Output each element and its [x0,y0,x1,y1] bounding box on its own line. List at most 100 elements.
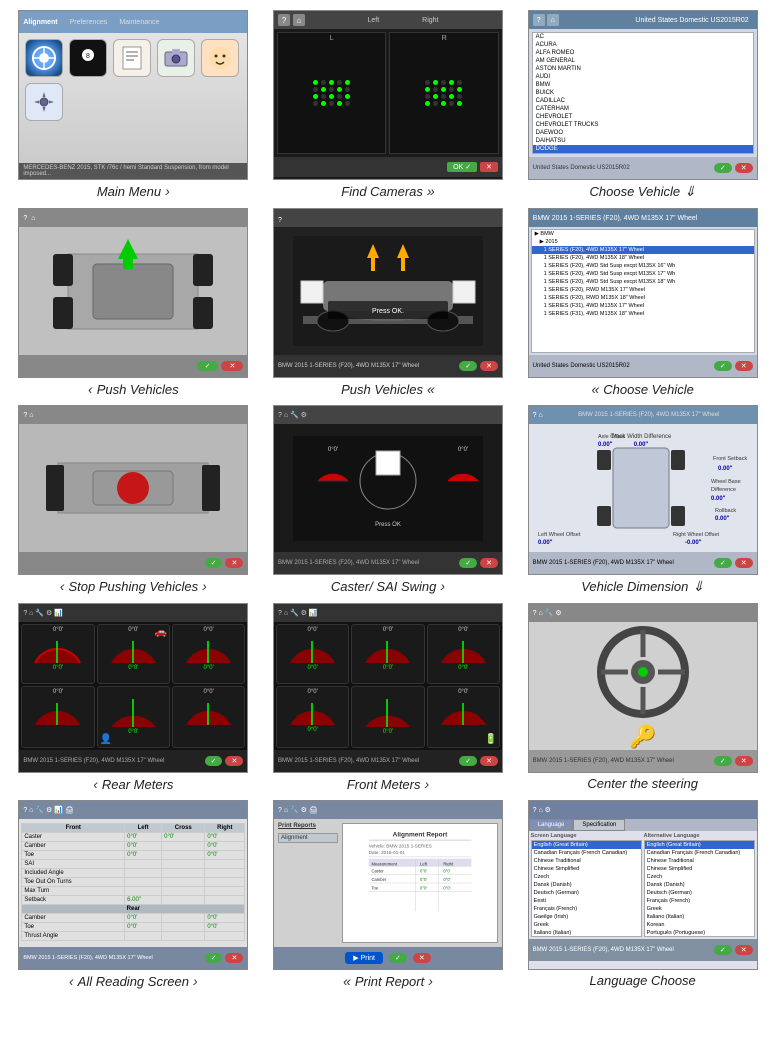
gauge-3: 0°0' 0°0' [172,624,245,684]
fc-cancel-btn[interactable]: ✕ [480,162,498,172]
cv-item[interactable]: DAIHATSU [533,137,753,145]
cs-cancel[interactable]: ✕ [480,558,498,568]
cv2-cancel[interactable]: ✕ [735,361,753,371]
lang-alt-item[interactable]: Czech [645,873,754,881]
dot [449,94,454,99]
cv-item[interactable]: AM GENERAL [533,57,753,65]
cv-ok-btn-1[interactable]: ✓ [714,163,732,173]
pv1-ok[interactable]: ✓ [197,361,219,371]
cv2-item[interactable]: 1 SERIES (F20), 4WD Std Susp excpt M135X… [532,270,754,278]
cell-center-steering: ? ⌂ 🔧 ⚙ 🔑 [519,603,766,792]
lang-alt-item[interactable]: Greek [645,905,754,913]
fm-cancel[interactable]: ✕ [480,756,498,766]
lang-alt-item[interactable]: Canadian Français (French Canadian) [645,849,754,857]
pr-print-btn[interactable]: ▶ Print [345,952,383,964]
cv-item[interactable]: AC [533,33,753,41]
ar-bottom: BMW 2015 1-SERIES (F20), 4WD M135X 17" W… [19,947,247,969]
cv2-item[interactable]: 1 SERIES (F31), 4WD M135X 18" Wheel [532,310,754,318]
lang-item[interactable]: Canadian Français (French Canadian) [532,849,641,857]
lang-alt-item[interactable]: Dansk (Danish) [645,881,754,889]
lang-alt-item[interactable]: Português (Portuguese) [645,929,754,937]
lang-item[interactable]: Deutsch (German) [532,889,641,897]
mm-maint: Maintenance [119,19,159,26]
cv2-item[interactable]: ▶ BMW [532,230,754,238]
lang-tab-specs[interactable]: Specification [573,819,625,831]
pr-ok[interactable]: ✓ [389,953,407,963]
sp-ok[interactable]: ✓ [205,558,223,568]
pv2-header: ? [274,209,502,227]
st-cancel[interactable]: ✕ [735,756,753,766]
cs-ok[interactable]: ✓ [459,558,477,568]
lang-alt-item[interactable]: Chinese Traditional [645,857,754,865]
pv1-cancel[interactable]: ✕ [221,361,243,371]
icon-8ball[interactable]: 8 [69,39,107,77]
icon-report[interactable] [113,39,151,77]
lang-item[interactable]: Chinese Simplified [532,865,641,873]
cv-item[interactable]: ALFA ROMEO [533,49,753,57]
icon-face[interactable] [201,39,239,77]
vd-cancel[interactable]: ✕ [735,558,753,568]
svg-text:Difference: Difference [711,487,736,493]
lang-cancel[interactable]: ✕ [735,945,753,955]
cv2-item[interactable]: 1 SERIES (F20), 4WD Std Susp excpt M135X… [532,262,754,270]
svg-text:Measurement: Measurement [371,861,397,866]
cv2-item[interactable]: 1 SERIES (F20), RWD M135X 17" Wheel [532,286,754,294]
pv2-cancel[interactable]: ✕ [480,361,498,371]
cv-item[interactable]: AUDI [533,73,753,81]
ar-cancel[interactable]: ✕ [225,953,243,963]
lang-alt-item[interactable]: English (Great Britain) [645,841,754,849]
cv-item[interactable]: CHEVROLET TRUCKS [533,121,753,129]
car-diagram-2: Press OK. [293,236,483,346]
cv-item[interactable]: BUICK [533,89,753,97]
cv-item[interactable]: ASTON MARTIN [533,65,753,73]
cv-item[interactable]: ACURA [533,41,753,49]
st-ok[interactable]: ✓ [714,756,732,766]
lang-item[interactable]: Gaeilge (Irish) [532,913,641,921]
pr-cancel[interactable]: ✕ [413,953,431,963]
cv2-item[interactable]: 1 SERIES (F20), 4WD M135X 18" Wheel [532,254,754,262]
lang-item[interactable]: Français (French) [532,905,641,913]
cv2-item[interactable]: ▶ 2015 [532,238,754,246]
icon-wheel-align[interactable] [25,39,63,77]
cv2-item-selected[interactable]: 1 SERIES (F20), 4WD M135X 17" Wheel [532,246,754,254]
cv2-item[interactable]: 1 SERIES (F20), RWD M135X 18" Wheel [532,294,754,302]
icon-settings[interactable] [25,83,63,121]
rm-cancel[interactable]: ✕ [225,756,243,766]
lang-item[interactable]: Greek [532,921,641,929]
lang-alt-item[interactable]: Deutsch (German) [645,889,754,897]
vd-ok[interactable]: ✓ [714,558,732,568]
cv-cancel-btn-1[interactable]: ✕ [735,163,753,173]
lang-item[interactable]: English (Great Britain) [532,841,641,849]
fm-ok[interactable]: ✓ [459,756,477,766]
pv2-ok[interactable]: ✓ [459,361,477,371]
cv-item[interactable]: CADILLAC [533,97,753,105]
cv2-ok[interactable]: ✓ [714,361,732,371]
lang-ok[interactable]: ✓ [714,945,732,955]
cv-item-selected[interactable]: DODGE [533,145,753,153]
screen-push-vehicles-2: ? [273,208,503,378]
rm-ok[interactable]: ✓ [205,756,223,766]
cv-item[interactable]: DAEWOO [533,129,753,137]
cv2-item[interactable]: 1 SERIES (F31), 4WD M135X 17" Wheel [532,302,754,310]
lang-tab-language[interactable]: Language [529,819,574,831]
icon-camera[interactable] [157,39,195,77]
cv-item[interactable]: BMW [533,81,753,89]
cell-vehicle-dimension: ? ⌂ BMW 2015 1-SERIES (F20), 4WD M135X 1… [519,405,766,595]
lang-item[interactable]: Eesti [532,897,641,905]
cv2-item[interactable]: 1 SERIES (F20), 4WD Std Susp excpt M135X… [532,278,754,286]
lang-item[interactable]: Italiano (Italian) [532,929,641,937]
cv-item[interactable]: CHEVROLET [533,113,753,121]
lang-alt-item[interactable]: Français (French) [645,897,754,905]
lang-item[interactable]: Chinese Traditional [532,857,641,865]
fc-ok-btn[interactable]: OK ✓ [447,162,477,172]
cv-item[interactable]: CATERHAM [533,105,753,113]
sp-cancel[interactable]: ✕ [225,558,243,568]
pr-alignment-item[interactable]: Alignment [278,833,338,843]
lang-item[interactable]: Czech [532,873,641,881]
lang-alt-item[interactable]: Chinese Simplified [645,865,754,873]
lang-alt-item[interactable]: Korean [645,921,754,929]
lang-item[interactable]: Dansk (Danish) [532,881,641,889]
camera-left: L [277,32,387,154]
ar-ok[interactable]: ✓ [205,953,223,963]
lang-alt-item[interactable]: Italiano (Italian) [645,913,754,921]
